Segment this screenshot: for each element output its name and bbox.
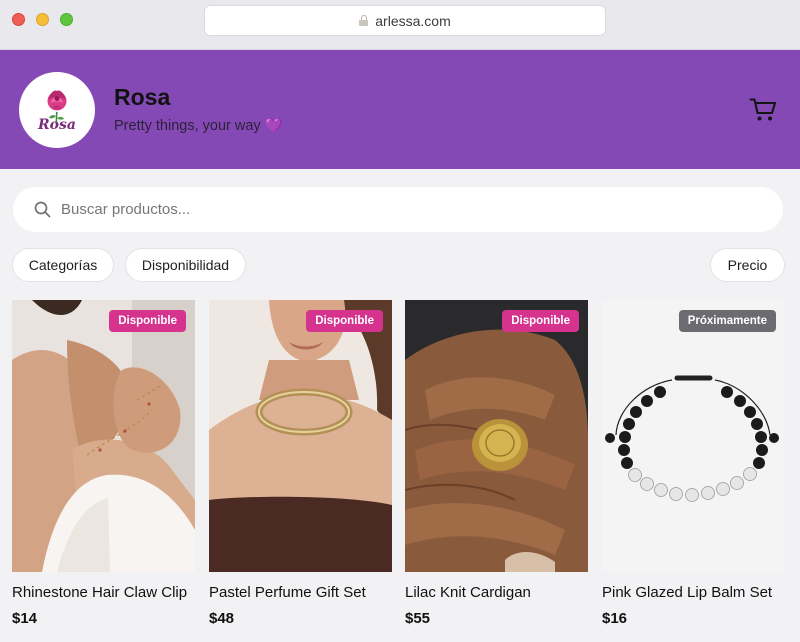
shopping-cart-icon (749, 98, 777, 121)
status-badge: Próximamente (678, 310, 776, 332)
product-image (602, 300, 785, 572)
search-bar (13, 187, 783, 232)
filter-price-button[interactable]: Precio (710, 248, 785, 282)
product-card[interactable]: Disponible Pastel Perfume Gift Set $48 (209, 300, 392, 642)
product-price: $48 (209, 610, 235, 627)
lock-icon (359, 15, 369, 26)
close-window-button[interactable] (12, 13, 25, 26)
product-price: $55 (405, 610, 431, 627)
status-badge: Disponible (306, 310, 383, 332)
status-badge: Disponible (502, 310, 579, 332)
product-name: Pastel Perfume Gift Set (209, 584, 366, 601)
product-name: Lilac Knit Cardigan (405, 584, 531, 601)
product-card[interactable]: Próximamente Pink Glazed Lip Balm Set $1… (602, 300, 785, 642)
cart-button[interactable] (745, 94, 781, 126)
product-name: Rhinestone Hair Claw Clip (12, 584, 188, 601)
filter-availability-button[interactable]: Disponibilidad (125, 248, 246, 282)
store-tagline: Pretty things, your way 💜 (114, 118, 283, 134)
store-logo[interactable]: Rosa (19, 72, 95, 148)
filter-categories-button[interactable]: Categorías (12, 248, 114, 282)
store-header: Rosa Rosa Pretty things, your way 💜 (0, 50, 800, 169)
product-card[interactable]: Disponible Lilac Knit Cardigan $55 (405, 300, 588, 642)
logo-text: Rosa (38, 117, 76, 133)
store-name: Rosa (114, 84, 171, 110)
search-input[interactable] (61, 201, 741, 218)
product-image (405, 300, 588, 572)
product-price: $16 (602, 610, 628, 627)
product-image (209, 300, 392, 572)
search-icon (34, 201, 51, 218)
product-price: $14 (12, 610, 38, 627)
product-image (12, 300, 195, 572)
status-badge: Disponible (109, 310, 186, 332)
minimize-window-button[interactable] (36, 13, 49, 26)
url-text: arlessa.com (375, 12, 451, 29)
product-card[interactable]: Disponible Rhinestone Hair Claw Clip $14 (12, 300, 195, 642)
address-bar[interactable]: arlessa.com (204, 5, 606, 36)
rose-icon (47, 90, 67, 125)
zoom-window-button[interactable] (60, 13, 73, 26)
browser-toolbar: arlessa.com (0, 0, 800, 50)
product-name: Pink Glazed Lip Balm Set (602, 584, 773, 601)
